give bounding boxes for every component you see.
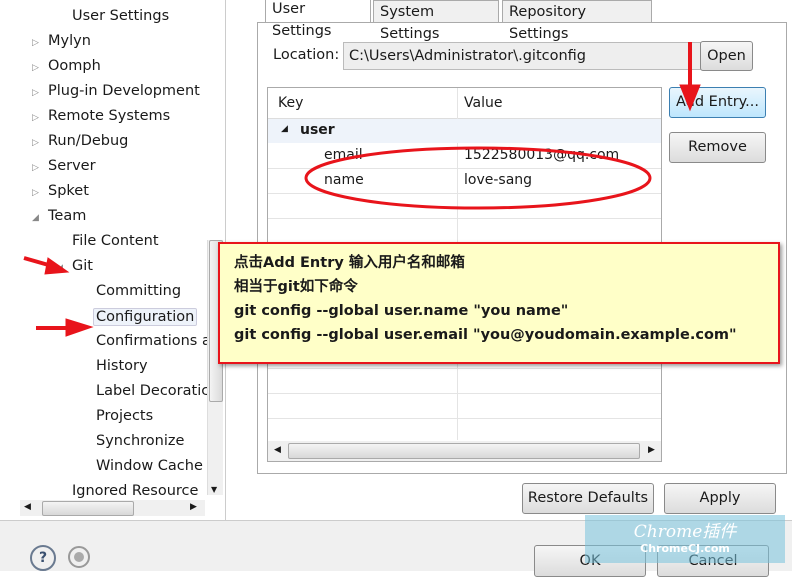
note-line: 点击Add Entry 输入用户名和邮箱 [234, 255, 465, 271]
note-line: 相当于git如下命令 [234, 279, 358, 295]
arrow-git-icon [23, 256, 70, 275]
note-line: git config --global user.name "you name" [234, 303, 569, 319]
instruction-note: 点击Add Entry 输入用户名和邮箱 相当于git如下命令 git conf… [218, 242, 780, 364]
arrow-down-icon [679, 42, 701, 112]
highlight-ellipse [304, 146, 652, 210]
note-line: git config --global user.email "you@youd… [234, 327, 737, 343]
arrow-configuration-icon [36, 318, 94, 337]
